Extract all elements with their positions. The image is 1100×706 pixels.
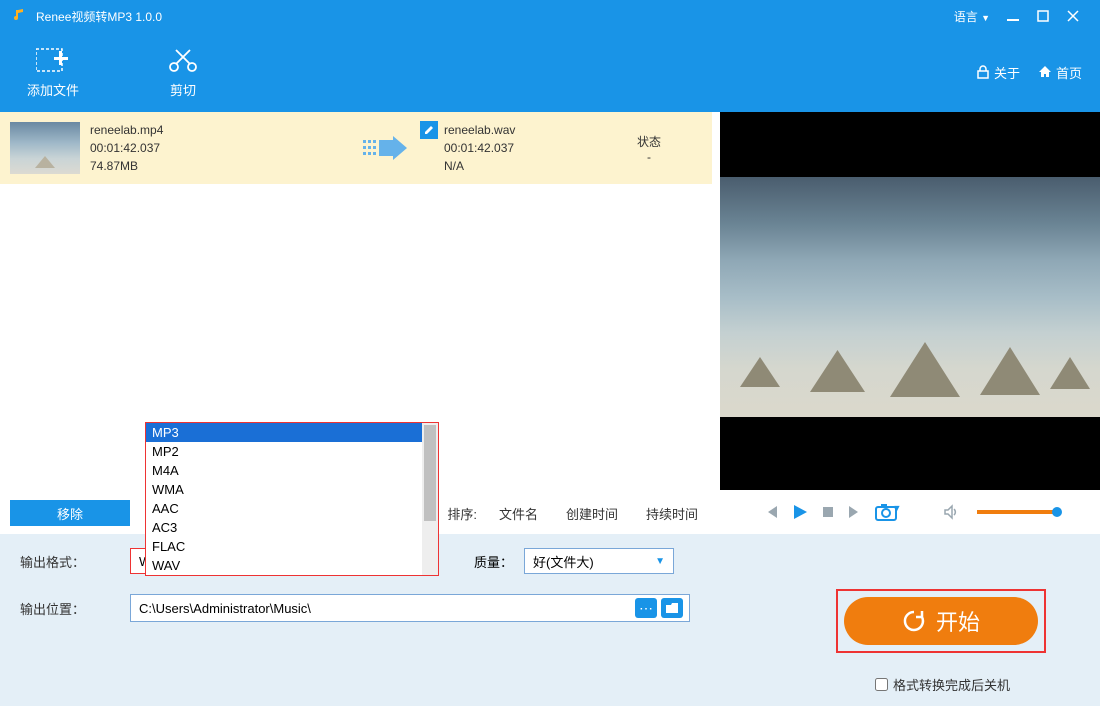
dropdown-option[interactable]: WAV (146, 556, 438, 575)
home-icon (1038, 65, 1052, 79)
dropdown-option[interactable]: AAC (146, 499, 438, 518)
preview-controls: ▼ (720, 490, 1100, 534)
quality-select[interactable]: 好(文件大)▼ (524, 548, 674, 574)
edit-icon[interactable] (420, 121, 438, 139)
source-duration: 00:01:42.037 (90, 139, 350, 157)
arrow-icon (350, 136, 420, 160)
status-column: 状态 - (604, 133, 694, 164)
maximize-button[interactable] (1028, 6, 1058, 26)
path-more-button[interactable]: ⋯ (635, 598, 657, 618)
target-duration: 00:01:42.037 (444, 139, 604, 157)
volume-icon[interactable] (943, 504, 959, 520)
cut-label: 剪切 (170, 80, 196, 99)
refresh-icon (902, 609, 926, 633)
volume-slider[interactable] (977, 510, 1057, 514)
app-logo-icon (12, 8, 28, 24)
home-link[interactable]: 首页 (1038, 63, 1082, 82)
snapshot-button[interactable]: ▼ (875, 503, 902, 521)
dropdown-option[interactable]: AC3 (146, 518, 438, 537)
chevron-down-icon: ▼ (655, 556, 665, 567)
source-info: reneelab.mp4 00:01:42.037 74.87MB (90, 121, 350, 175)
target-filename: reneelab.wav (444, 121, 604, 139)
file-row[interactable]: reneelab.mp4 00:01:42.037 74.87MB reneel… (0, 112, 712, 184)
quality-label: 质量： (474, 552, 524, 571)
output-path-label: 输出位置： (20, 599, 130, 618)
file-thumbnail (10, 122, 80, 174)
source-filename: reneelab.mp4 (90, 121, 350, 139)
output-format-label: 输出格式： (20, 552, 130, 571)
sort-by-created[interactable]: 创建时间 (566, 504, 618, 523)
close-button[interactable] (1058, 6, 1088, 26)
output-path-input[interactable]: C:\Users\Administrator\Music\ ⋯ (130, 594, 690, 622)
path-browse-button[interactable] (661, 598, 683, 618)
cut-button[interactable]: 剪切 (148, 46, 218, 99)
sort-by-name[interactable]: 文件名 (499, 504, 538, 523)
start-button-highlight: 开始 (836, 589, 1046, 653)
add-file-button[interactable]: 添加文件 (18, 46, 88, 99)
lock-icon (976, 65, 990, 79)
shutdown-checkbox[interactable]: 格式转换完成后关机 (875, 675, 1010, 694)
dropdown-option[interactable]: FLAC (146, 537, 438, 556)
dropdown-option[interactable]: MP2 (146, 442, 438, 461)
add-file-label: 添加文件 (27, 80, 79, 99)
stop-button[interactable] (821, 505, 835, 519)
remove-button[interactable]: 移除 (10, 500, 130, 526)
app-title: Renee视频转MP3 1.0.0 (36, 8, 162, 25)
language-menu[interactable]: 语言 ▼ (954, 8, 990, 25)
sort-by-duration[interactable]: 持续时间 (646, 504, 698, 523)
minimize-button[interactable] (998, 6, 1028, 26)
scissors-icon (165, 46, 201, 74)
format-dropdown-list[interactable]: MP3 MP2 M4A WMA AAC AC3 FLAC WAV (145, 422, 439, 576)
preview-panel (720, 112, 1100, 490)
dropdown-option[interactable]: M4A (146, 461, 438, 480)
play-button[interactable] (791, 503, 809, 521)
preview-image (720, 177, 1100, 417)
prev-button[interactable] (763, 504, 779, 520)
dropdown-scrollbar[interactable] (422, 423, 438, 575)
source-size: 74.87MB (90, 157, 350, 175)
next-button[interactable] (847, 504, 863, 520)
target-size: N/A (444, 157, 604, 175)
shutdown-checkbox-input[interactable] (875, 678, 888, 691)
dropdown-option[interactable]: WMA (146, 480, 438, 499)
start-button[interactable]: 开始 (844, 597, 1038, 645)
add-file-icon (35, 46, 71, 74)
main-toolbar: 添加文件 剪切 关于 首页 (0, 32, 1100, 112)
title-bar: Renee视频转MP3 1.0.0 语言 ▼ (0, 0, 1100, 32)
about-link[interactable]: 关于 (976, 63, 1020, 82)
target-info: reneelab.wav 00:01:42.037 N/A (444, 121, 604, 175)
dropdown-option[interactable]: MP3 (146, 423, 438, 442)
sort-label: 排序: (447, 504, 477, 523)
